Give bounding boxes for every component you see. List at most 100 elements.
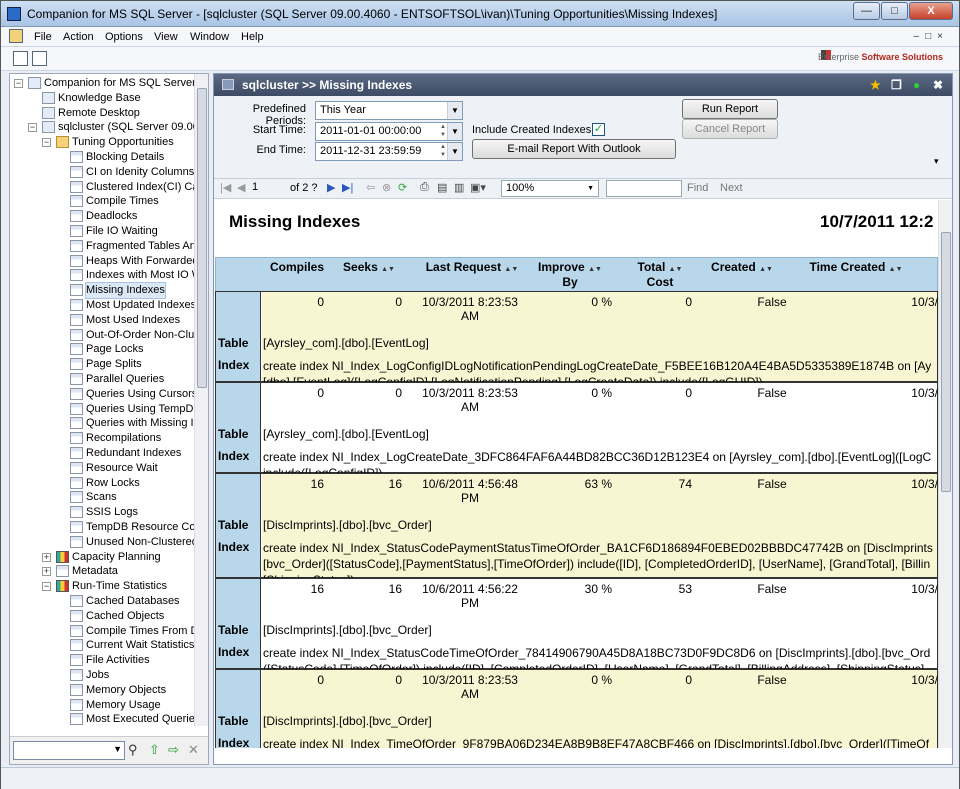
close-icon[interactable]: ✕ bbox=[188, 743, 199, 757]
col-time-created[interactable]: Time Created ▲▼ bbox=[796, 261, 916, 276]
time-created-value: 10/3/ bbox=[911, 673, 938, 687]
tree-item-label: Compile Times bbox=[86, 195, 159, 208]
sort-icon[interactable]: ▲▼ bbox=[889, 266, 903, 273]
col-seeks[interactable]: Seeks ▲▼ bbox=[334, 261, 404, 276]
sort-icon[interactable]: ▲▼ bbox=[669, 266, 683, 273]
export-icon[interactable]: ▣▾ bbox=[470, 181, 486, 194]
end-time-field[interactable]: 2011-12-31 23:59:59 ▲ ▼ ▼ bbox=[315, 142, 463, 161]
page-number-input[interactable]: 1 bbox=[248, 180, 284, 197]
col-improve[interactable]: Improve ▲▼ By bbox=[528, 261, 612, 289]
print-layout-icon[interactable]: ▤ bbox=[437, 181, 447, 194]
table-name: [Ayrsley_com].[dbo].[EventLog] bbox=[263, 336, 429, 350]
expand-icon[interactable]: + bbox=[42, 567, 51, 577]
seeks-value: 0 bbox=[395, 386, 402, 400]
chevron-down-icon[interactable]: ▼ bbox=[447, 123, 462, 140]
close-button[interactable]: X bbox=[909, 2, 953, 20]
app-icon[interactable] bbox=[7, 7, 21, 21]
chevron-down-icon[interactable]: ▼ bbox=[113, 744, 122, 754]
seeks-value: 16 bbox=[388, 477, 402, 491]
sort-icon[interactable]: ▲▼ bbox=[588, 266, 602, 273]
book-icon bbox=[42, 91, 55, 104]
collapse-parameters-icon[interactable]: ▾ bbox=[934, 156, 939, 167]
prev-page-icon[interactable]: ◀ bbox=[237, 181, 245, 194]
search-icon[interactable]: ⚲ bbox=[128, 743, 138, 757]
layout-icon[interactable] bbox=[32, 51, 47, 66]
maximize-button[interactable]: □ bbox=[881, 2, 908, 20]
col-created[interactable]: Created ▲▼ bbox=[702, 261, 782, 276]
table-icon bbox=[70, 713, 83, 726]
arrow-right-icon[interactable]: ⇨ bbox=[168, 743, 179, 757]
find-input[interactable] bbox=[606, 180, 682, 197]
start-time-field[interactable]: 2011-01-01 00:00:00 ▲ ▼ ▼ bbox=[315, 122, 463, 141]
menu-window[interactable]: Window bbox=[190, 31, 229, 43]
col-total-label: Total bbox=[637, 260, 666, 274]
tree-item-label: Metadata bbox=[72, 565, 118, 578]
title-bar[interactable]: Companion for MS SQL Server - [sqlcluste… bbox=[1, 1, 959, 27]
predefined-periods-select[interactable]: This Year ▼ bbox=[315, 101, 463, 120]
navigation-tree[interactable]: − Companion for MS SQL Server Knowledge Ba… bbox=[10, 74, 196, 726]
collapse-icon[interactable]: − bbox=[42, 582, 51, 592]
table-icon bbox=[70, 343, 83, 356]
sort-icon[interactable]: ▲▼ bbox=[381, 266, 395, 273]
last-request-value: 10/3/2011 8:23:53 AM bbox=[406, 673, 534, 701]
run-report-button[interactable]: Run Report bbox=[682, 99, 778, 119]
stop-icon[interactable]: ⊗ bbox=[382, 181, 391, 194]
zoom-select[interactable]: 100% ▼ bbox=[501, 180, 599, 197]
last-request-value: 10/3/2011 8:23:53 AM bbox=[406, 295, 534, 323]
ok-icon[interactable]: ● bbox=[913, 78, 920, 92]
next-button[interactable]: Next bbox=[720, 182, 743, 194]
print-icon[interactable]: ⎙ bbox=[420, 181, 429, 194]
col-total-label-2: Cost bbox=[646, 275, 674, 289]
next-page-icon[interactable]: ▶ bbox=[327, 181, 335, 194]
tree-item-label: Jobs bbox=[86, 669, 110, 681]
tree-scrollbar[interactable] bbox=[194, 74, 208, 726]
collapse-icon[interactable]: − bbox=[42, 138, 51, 148]
include-created-indexes-checkbox[interactable]: ✓ bbox=[592, 123, 605, 136]
col-last-request[interactable]: Last Request ▲▼ bbox=[412, 261, 532, 276]
chevron-down-icon[interactable]: ▼ bbox=[587, 181, 594, 196]
copy-icon[interactable]: ❐ bbox=[891, 78, 902, 92]
minimize-button[interactable]: — bbox=[853, 2, 880, 20]
mdi-app-icon[interactable] bbox=[9, 29, 23, 43]
close-panel-icon[interactable]: ✖ bbox=[933, 78, 943, 92]
tree-item-label: Cached Objects bbox=[86, 609, 165, 622]
tree-item-label: Memory Objects bbox=[86, 683, 167, 696]
find-button[interactable]: Find bbox=[687, 182, 708, 194]
menu-options[interactable]: Options bbox=[105, 31, 143, 43]
page-setup-icon[interactable]: ▥ bbox=[454, 181, 464, 194]
collapse-icon[interactable]: − bbox=[28, 123, 37, 133]
col-compiles-label: Compiles bbox=[269, 260, 324, 274]
brand-text-2: Software Solutions bbox=[861, 52, 943, 62]
tree-item-label: CI on Idenity Columns W bbox=[86, 165, 196, 178]
chevron-down-icon[interactable]: ▼ bbox=[447, 143, 462, 160]
table-icon bbox=[70, 239, 83, 252]
arrow-up-icon[interactable]: ⇧ bbox=[149, 743, 160, 757]
favorite-star-icon[interactable]: ★ bbox=[870, 78, 881, 92]
chevron-down-icon[interactable]: ▼ bbox=[447, 102, 462, 119]
menu-file[interactable]: File bbox=[34, 31, 52, 43]
report-scrollbar-thumb[interactable] bbox=[941, 232, 951, 492]
cancel-report-button[interactable]: Cancel Report bbox=[682, 119, 778, 139]
mdi-window-buttons[interactable]: –□× bbox=[914, 31, 949, 42]
report-scrollbar[interactable] bbox=[938, 200, 952, 748]
expand-icon[interactable]: + bbox=[42, 552, 51, 562]
tree-scrollbar-thumb[interactable] bbox=[197, 88, 207, 388]
collapse-icon[interactable]: − bbox=[14, 79, 23, 88]
menu-action[interactable]: Action bbox=[63, 31, 94, 43]
sort-icon[interactable]: ▲▼ bbox=[759, 266, 773, 273]
last-page-icon[interactable]: ▶| bbox=[342, 181, 353, 194]
tree-toggle-icon[interactable] bbox=[13, 51, 28, 66]
back-icon[interactable]: ⇦ bbox=[366, 181, 375, 194]
table-icon bbox=[70, 284, 83, 297]
tree-item-label: Resource Wait bbox=[86, 461, 158, 474]
record-body: 16 16 10/6/2011 4:56:22 PM 30 % 53 False 10/3/ [… bbox=[262, 579, 938, 676]
sort-icon[interactable]: ▲▼ bbox=[504, 266, 518, 273]
menu-help[interactable]: Help bbox=[241, 31, 264, 43]
col-compiles[interactable]: Compiles bbox=[262, 261, 332, 274]
tree-search-combo[interactable]: ▼ bbox=[13, 741, 125, 760]
email-report-button[interactable]: E-mail Report With Outlook bbox=[472, 139, 676, 159]
first-page-icon[interactable]: |◀ bbox=[220, 181, 231, 194]
menu-view[interactable]: View bbox=[154, 31, 178, 43]
col-total-cost[interactable]: Total ▲▼ Cost bbox=[618, 261, 702, 289]
refresh-icon[interactable]: ⟳ bbox=[398, 181, 407, 194]
